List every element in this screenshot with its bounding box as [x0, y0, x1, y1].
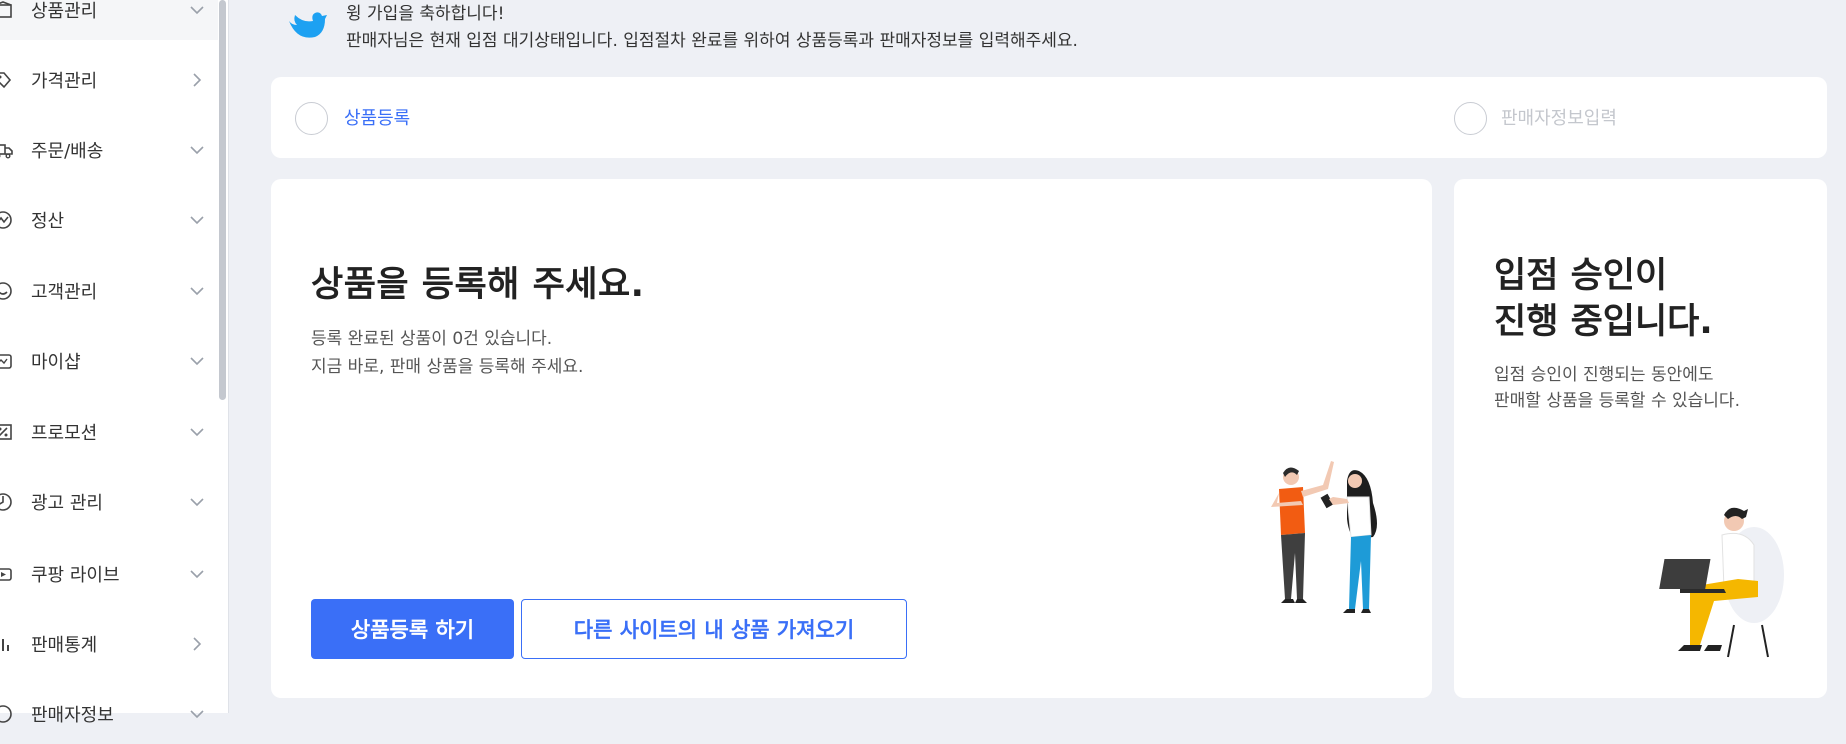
seller-info-icon — [0, 703, 14, 725]
sidebar-item-label: 마이샵 — [31, 352, 81, 373]
ad-icon — [0, 491, 14, 513]
shop-icon — [0, 350, 14, 372]
main-description-line-2: 지금 바로, 판매 상품을 등록해 주세요. — [311, 357, 584, 377]
price-tag-icon — [0, 69, 14, 91]
approval-description-line-1: 입점 승인이 진행되는 동안에도 — [1494, 365, 1714, 385]
approval-status-card: 입점 승인이 진행 중입니다. 입점 승인이 진행되는 동안에도 판매할 상품을… — [1454, 179, 1827, 698]
sidebar-item-order-delivery[interactable]: 주문/배송 — [0, 120, 218, 180]
sidebar-item-seller-info[interactable]: 판매자정보 — [0, 684, 218, 744]
approval-description: 입점 승인이 진행되는 동안에도 판매할 상품을 등록할 수 있습니다. — [1494, 362, 1740, 414]
sidebar-item-label: 판매통계 — [31, 635, 98, 656]
bird-logo-icon — [289, 12, 327, 38]
sidebar-item-coupang-live[interactable]: 쿠팡 라이브 — [0, 544, 218, 604]
sidebar-item-sales-statistics[interactable]: 판매통계 — [0, 614, 218, 674]
welcome-banner: 윙 가입을 축하합니다! 판매자님은 현재 입점 대기상태입니다. 입점절차 완… — [287, 0, 1187, 51]
register-product-button[interactable]: 상품등록 하기 — [311, 599, 514, 659]
sidebar-item-myshop[interactable]: 마이샵 — [0, 331, 218, 391]
import-products-button[interactable]: 다른 사이트의 내 상품 가져오기 — [521, 599, 907, 659]
chevron-right-icon — [193, 637, 202, 651]
bar-chart-icon — [0, 633, 14, 655]
step-2-label[interactable]: 판매자정보입력 — [1501, 104, 1617, 130]
sidebar-item-label: 가격관리 — [31, 71, 98, 92]
chevron-down-icon — [190, 287, 204, 296]
box-icon — [0, 0, 14, 21]
chevron-down-icon — [190, 710, 204, 719]
approval-title: 입점 승인이 진행 중입니다. — [1494, 253, 1713, 345]
approval-description-line-2: 판매할 상품을 등록할 수 있습니다. — [1494, 391, 1740, 411]
promotion-icon — [0, 421, 14, 443]
product-registration-card: 상품을 등록해 주세요. 등록 완료된 상품이 0건 있습니다. 지금 바로, … — [271, 179, 1432, 698]
live-icon — [0, 563, 14, 585]
sidebar: 상품관리 가격관리 주문/배송 정산 고객관리 마이샵 프로모션 광고 관리 쿠… — [0, 0, 229, 726]
sidebar-item-label: 프로모션 — [31, 423, 98, 444]
chevron-down-icon — [190, 498, 204, 507]
sidebar-item-label: 쿠팡 라이브 — [31, 565, 120, 586]
sidebar-item-ad-management[interactable]: 광고 관리 — [0, 472, 218, 532]
sidebar-item-price-management[interactable]: 가격관리 — [0, 50, 218, 110]
sidebar-item-label: 정산 — [31, 211, 65, 232]
sidebar-item-label: 주문/배송 — [31, 141, 104, 162]
chevron-down-icon — [190, 6, 204, 15]
sidebar-item-label: 고객관리 — [31, 282, 98, 303]
chevron-down-icon — [190, 570, 204, 579]
sidebar-item-label: 상품관리 — [31, 1, 98, 22]
sidebar-item-label: 광고 관리 — [31, 493, 103, 514]
sidebar-item-product-management[interactable]: 상품관리 — [0, 0, 218, 40]
onboarding-steps: 상품등록 판매자정보입력 — [271, 77, 1827, 158]
sidebar-item-settlement[interactable]: 정산 — [0, 190, 218, 250]
main-description-line-1: 등록 완료된 상품이 0건 있습니다. — [311, 329, 553, 349]
step-2-indicator — [1454, 102, 1487, 135]
sidebar-item-label: 판매자정보 — [31, 705, 114, 726]
chevron-right-icon — [193, 73, 202, 87]
laptop-user-illustration — [1659, 507, 1784, 658]
main-title: 상품을 등록해 주세요. — [311, 265, 645, 305]
sidebar-item-promotion[interactable]: 프로모션 — [0, 402, 218, 462]
sidebar-scrollbar[interactable] — [219, 0, 226, 400]
chevron-down-icon — [190, 357, 204, 366]
sidebar-item-customer-management[interactable]: 고객관리 — [0, 261, 218, 321]
chevron-down-icon — [190, 146, 204, 155]
settlement-icon — [0, 209, 14, 231]
chevron-down-icon — [190, 216, 204, 225]
truck-icon — [0, 139, 14, 161]
welcome-message: 판매자님은 현재 입점 대기상태입니다. 입점절차 완료를 위하여 상품등록과 … — [346, 31, 1078, 51]
approval-title-line-1: 입점 승인이 — [1494, 256, 1668, 296]
step-1-indicator — [295, 102, 328, 135]
high-five-illustration — [1271, 461, 1377, 613]
welcome-title: 윙 가입을 축하합니다! — [346, 4, 505, 24]
smile-icon — [0, 280, 14, 302]
step-1-label[interactable]: 상품등록 — [344, 104, 410, 130]
approval-title-line-2: 진행 중입니다. — [1494, 302, 1713, 342]
chevron-down-icon — [190, 428, 204, 437]
main-description: 등록 완료된 상품이 0건 있습니다. 지금 바로, 판매 상품을 등록해 주세… — [311, 325, 583, 381]
